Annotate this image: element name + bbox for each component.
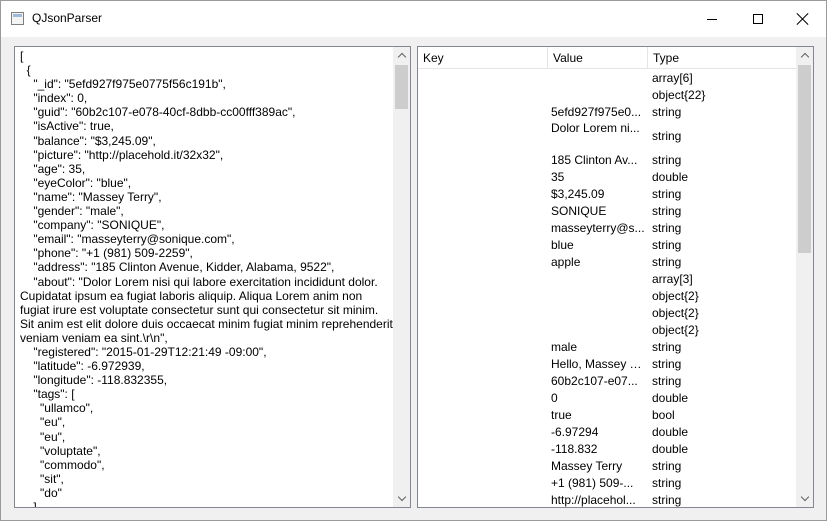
tree-row-type: string	[652, 476, 682, 490]
tree-row-type: array[6]	[652, 71, 693, 85]
tree-row-value: Dolor Lorem ni...	[551, 121, 640, 135]
tree-row[interactable]: 2object{2}	[418, 322, 796, 339]
tree-row[interactable]: guid60b2c107-e07...string	[418, 373, 796, 390]
tree-row[interactable]: 0object{22}	[418, 87, 796, 104]
tree-row-value: SONIQUE	[551, 204, 607, 218]
tree-body: Arrayarray[6]0object{22}_id5efd927f975e0…	[418, 70, 796, 507]
editor-vertical-scrollbar[interactable]	[393, 47, 410, 507]
tree-row-value: -6.97294	[551, 425, 599, 439]
tree-row-value: -118.832	[551, 442, 598, 456]
tree-row-type: string	[652, 357, 682, 371]
tree-row-value: +1 (981) 509-...	[551, 476, 634, 490]
column-header-value[interactable]: Value	[548, 47, 648, 69]
tree-row[interactable]: 0object{2}	[418, 288, 796, 305]
tree-row-type: array[3]	[652, 272, 693, 286]
tree-row-type: string	[652, 105, 682, 119]
tree-row-type: string	[652, 459, 682, 473]
tree-row[interactable]: aboutDolor Lorem ni...string	[418, 121, 796, 152]
minimize-icon	[707, 18, 717, 20]
tree-row-type: string	[652, 255, 682, 269]
chevron-down-icon	[800, 492, 809, 502]
tree-row-type: double	[652, 170, 689, 184]
tree-row[interactable]: address185 Clinton Av...string	[418, 152, 796, 169]
tree-row-type: bool	[652, 408, 675, 422]
title-bar[interactable]: QJsonParser	[1, 1, 826, 37]
tree-row-type: string	[652, 129, 682, 143]
tree-row[interactable]: isActivetruebool	[418, 407, 796, 424]
maximize-button[interactable]	[735, 1, 781, 37]
tree-row-type: double	[652, 442, 689, 456]
json-tree-view[interactable]: Key Value Type Arrayarray[6]0object{22}_…	[417, 46, 814, 508]
editor-scroll-down-button[interactable]	[393, 490, 410, 507]
tree-row-value: 5efd927f975e0...	[551, 105, 642, 119]
close-icon	[797, 13, 809, 25]
tree-row-value: $3,245.09	[551, 187, 605, 201]
tree-row-type: string	[652, 340, 682, 354]
chevron-down-icon	[397, 492, 406, 502]
tree-row[interactable]: emailmasseyterry@s...string	[418, 220, 796, 237]
tree-row-value: apple	[551, 255, 581, 269]
tree-row[interactable]: greetingHello, Massey T...string	[418, 356, 796, 373]
tree-row-value: Massey Terry	[551, 459, 623, 473]
tree-row[interactable]: phone+1 (981) 509-...string	[418, 475, 796, 492]
app-window: QJsonParser [ { "_id": "5efd927f975e0775…	[0, 0, 827, 521]
tree-row-value: blue	[551, 238, 574, 252]
tree-row[interactable]: index0double	[418, 390, 796, 407]
tree-row-type: string	[652, 204, 682, 218]
tree-row[interactable]: gendermalestring	[418, 339, 796, 356]
tree-scroll-up-button[interactable]	[796, 47, 813, 64]
tree-row-value: 35	[551, 170, 565, 184]
window-title: QJsonParser	[32, 11, 103, 25]
tree-row[interactable]: Arrayarray[6]	[418, 70, 796, 87]
tree-row[interactable]: picturehttp://placehol...string	[418, 492, 796, 507]
tree-row-value: Hello, Massey T...	[551, 357, 645, 371]
tree-vertical-scrollbar[interactable]	[796, 47, 813, 507]
json-text-editor[interactable]: [ { "_id": "5efd927f975e0775f56c191b", "…	[14, 46, 411, 508]
tree-row[interactable]: longitude-118.832double	[418, 441, 796, 458]
tree-row[interactable]: eyeColorbluestring	[418, 237, 796, 254]
tree-row-value: male	[551, 340, 578, 354]
tree-row-value: http://placehol...	[551, 493, 636, 507]
json-text[interactable]: [ { "_id": "5efd927f975e0775f56c191b", "…	[20, 49, 393, 507]
tree-row[interactable]: balance$3,245.09string	[418, 186, 796, 203]
chevron-up-icon	[800, 52, 809, 62]
column-header-key[interactable]: Key	[418, 47, 548, 69]
tree-row-type: string	[652, 187, 682, 201]
column-header-type[interactable]: Type	[648, 47, 796, 69]
tree-row-type: object{2}	[652, 323, 699, 337]
tree-row-value: 60b2c107-e07...	[551, 374, 638, 388]
editor-scroll-up-button[interactable]	[393, 47, 410, 64]
chevron-up-icon	[397, 52, 406, 62]
editor-scroll-thumb[interactable]	[395, 65, 408, 109]
tree-row[interactable]: 1object{2}	[418, 305, 796, 322]
tree-row[interactable]: latitude-6.97294double	[418, 424, 796, 441]
minimize-button[interactable]	[689, 1, 735, 37]
tree-row-type: double	[652, 425, 689, 439]
tree-row-type: string	[652, 238, 682, 252]
close-button[interactable]	[780, 1, 826, 37]
tree-row-type: string	[652, 493, 682, 507]
tree-row-type: string	[652, 374, 682, 388]
tree-row[interactable]: friendsarray[3]	[418, 271, 796, 288]
tree-row-type: object{2}	[652, 289, 699, 303]
tree-header: Key Value Type	[418, 47, 796, 69]
tree-row-type: double	[652, 391, 689, 405]
maximize-icon	[753, 14, 763, 24]
tree-row-type: string	[652, 153, 682, 167]
tree-row-value: 185 Clinton Av...	[551, 153, 638, 167]
tree-row[interactable]: _id5efd927f975e0...string	[418, 104, 796, 121]
tree-row[interactable]: nameMassey Terrystring	[418, 458, 796, 475]
tree-row-value: true	[551, 408, 572, 422]
tree-row-value: masseyterry@s...	[551, 221, 645, 235]
tree-row[interactable]: favoriteFruitapplestring	[418, 254, 796, 271]
tree-row-type: object{22}	[652, 88, 706, 102]
tree-row-value: 0	[551, 391, 558, 405]
tree-scroll-down-button[interactable]	[796, 490, 813, 507]
tree-row[interactable]: age35double	[418, 169, 796, 186]
tree-row-type: string	[652, 221, 682, 235]
app-icon	[11, 12, 24, 25]
tree-row[interactable]: companySONIQUEstring	[418, 203, 796, 220]
tree-row-type: object{2}	[652, 306, 699, 320]
tree-scroll-thumb[interactable]	[798, 65, 811, 253]
